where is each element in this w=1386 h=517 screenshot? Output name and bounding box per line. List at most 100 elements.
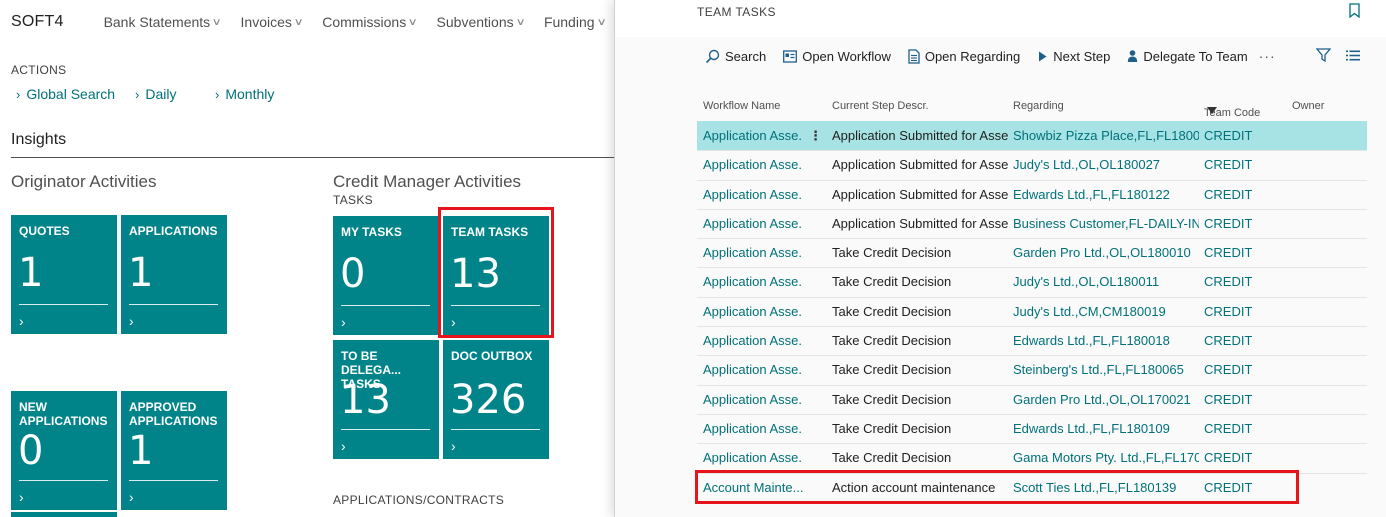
cell-team-code[interactable]: CREDIT <box>1204 421 1252 436</box>
cell-team-code[interactable]: CREDIT <box>1204 245 1252 260</box>
chevron-right-icon: › <box>16 87 21 102</box>
tile-team-tasks[interactable]: TEAM TASKS 13 › <box>443 216 549 335</box>
search-button[interactable]: Search <box>705 49 766 64</box>
brand-name: SOFT4 <box>11 13 64 30</box>
action-monthly[interactable]: › Monthly <box>215 86 274 102</box>
cell-team-code[interactable]: CREDIT <box>1204 480 1252 495</box>
table-row[interactable]: Application Asse... Application Submitte… <box>697 179 1367 209</box>
next-step-button[interactable]: Next Step <box>1037 49 1110 64</box>
cell-team-code[interactable]: CREDIT <box>1204 333 1252 348</box>
tile-value: 1 <box>18 250 44 296</box>
tile-applications[interactable]: APPLICATIONS 1 › <box>121 215 227 334</box>
cell-workflow-name[interactable]: Account Mainte... <box>703 480 803 495</box>
nav-invoices[interactable]: Invoices ∨ <box>241 14 304 30</box>
table-row[interactable]: Application Asse... Take Credit Decision… <box>697 238 1367 267</box>
nav-subventions[interactable]: Subventions ∨ <box>437 14 526 30</box>
tile-new-applications[interactable]: NEW APPLICATIONS 0 › <box>11 391 117 510</box>
cell-regarding[interactable]: Steinberg's Ltd.,FL,FL180065 <box>1013 362 1199 377</box>
credit-manager-activities-title: Credit Manager Activities <box>333 172 522 191</box>
nav-bank-statements[interactable]: Bank Statements ∨ <box>104 14 222 30</box>
cell-regarding[interactable]: Edwards Ltd.,FL,FL180018 <box>1013 333 1199 348</box>
tile-doc-outbox[interactable]: DOC OUTBOX 326 › <box>443 340 549 459</box>
open-workflow-button[interactable]: Open Workflow <box>783 49 891 64</box>
chevron-right-icon: › <box>19 489 24 505</box>
cell-team-code[interactable]: CREDIT <box>1204 274 1252 289</box>
panel-header: TEAM TASKS <box>615 0 1386 37</box>
nav-commissions[interactable]: Commissions ∨ <box>322 14 419 30</box>
cell-workflow-name[interactable]: Application Asse... <box>703 216 803 231</box>
bookmark-icon[interactable] <box>1349 3 1360 18</box>
table-row[interactable]: Application Asse... Application Submitte… <box>697 150 1367 179</box>
table-row[interactable]: Application Asse... ⋮ Application Submit… <box>697 121 1367 151</box>
cell-team-code[interactable]: CREDIT <box>1204 157 1252 172</box>
column-header-owner[interactable]: Owner <box>1292 100 1324 112</box>
column-header-regarding[interactable]: Regarding <box>1013 100 1064 112</box>
cell-workflow-name[interactable]: Application Asse... <box>703 362 803 377</box>
cell-regarding[interactable]: Scott Ties Ltd.,FL,FL180139 <box>1013 480 1199 495</box>
applications-contracts-caption: APPLICATIONS/CONTRACTS <box>333 493 505 507</box>
cell-regarding[interactable]: Edwards Ltd.,FL,FL180122 <box>1013 187 1199 202</box>
cell-workflow-name[interactable]: Application Asse... <box>703 421 803 436</box>
delegate-to-team-button[interactable]: Delegate To Team <box>1127 49 1248 64</box>
tile-my-tasks[interactable]: MY TASKS 0 › <box>333 216 439 335</box>
cell-team-code[interactable]: CREDIT <box>1204 216 1252 231</box>
nav-funding[interactable]: Funding ∨ <box>544 14 607 30</box>
table-row[interactable]: Application Asse... Application Submitte… <box>697 208 1367 238</box>
cell-regarding[interactable]: Edwards Ltd.,FL,FL180109 <box>1013 421 1199 436</box>
table-row[interactable]: Application Asse... Take Credit Decision… <box>697 326 1367 355</box>
table-row[interactable]: Application Asse... Take Credit Decision… <box>697 355 1367 384</box>
open-regarding-button[interactable]: Open Regarding <box>908 49 1020 64</box>
cell-workflow-name[interactable]: Application Asse... <box>703 274 803 289</box>
table-row[interactable]: Application Asse... Take Credit Decision… <box>697 384 1367 414</box>
cell-regarding[interactable]: Gama Motors Pty. Ltd.,FL,FL170042 <box>1013 450 1199 465</box>
table-row[interactable]: Application Asse... Take Credit Decision… <box>697 267 1367 296</box>
cell-regarding[interactable]: Business Customer,FL-DAILY-INT,... <box>1013 216 1199 231</box>
table-row[interactable]: Application Asse... Take Credit Decision… <box>697 296 1367 326</box>
cell-workflow-name[interactable]: Application Asse... <box>703 245 803 260</box>
table-row[interactable]: Application Asse... Take Credit Decision… <box>697 413 1367 443</box>
originator-activities-title: Originator Activities <box>11 172 157 191</box>
tile-value: 1 <box>128 428 154 474</box>
row-menu-icon[interactable]: ⋮ <box>809 128 822 144</box>
tile-quotes[interactable]: QUOTES 1 › <box>11 215 117 334</box>
cell-current-step: Take Credit Decision <box>832 274 952 290</box>
more-actions-button[interactable]: ··· <box>1259 48 1276 64</box>
cell-workflow-name[interactable]: Application Asse... <box>703 304 803 319</box>
cell-team-code[interactable]: CREDIT <box>1204 450 1252 465</box>
cell-workflow-name[interactable]: Application Asse... <box>703 128 803 143</box>
chevron-right-icon: › <box>129 489 134 505</box>
cell-workflow-name[interactable]: Application Asse... <box>703 333 803 348</box>
cell-regarding[interactable]: Judy's Ltd.,CM,CM180019 <box>1013 304 1199 319</box>
cell-current-step: Application Submitted for Asse... <box>832 186 1008 202</box>
cell-workflow-name[interactable]: Application Asse... <box>703 157 803 172</box>
cell-team-code[interactable]: CREDIT <box>1204 187 1252 202</box>
tile-approved-applications[interactable]: APPROVED APPLICATIONS 1 › <box>121 391 227 510</box>
cell-team-code[interactable]: CREDIT <box>1204 362 1252 377</box>
chevron-down-icon: ∨ <box>596 16 607 28</box>
cell-regarding[interactable]: Judy's Ltd.,OL,OL180011 <box>1013 274 1199 289</box>
chevron-down-icon: ∨ <box>407 16 419 28</box>
cell-current-step: Application Submitted for Asse... <box>832 128 1008 143</box>
table-row[interactable]: Account Mainte... Action account mainten… <box>697 472 1367 502</box>
cell-team-code[interactable]: CREDIT <box>1204 128 1252 143</box>
cell-workflow-name[interactable]: Application Asse... <box>703 187 803 202</box>
tile-to-be-delegated-tasks[interactable]: TO BE DELEGA... TASKS 13 › <box>333 340 439 459</box>
cell-current-step: Take Credit Decision <box>832 391 952 407</box>
filter-icon[interactable] <box>1316 48 1331 62</box>
cell-regarding[interactable]: Garden Pro Ltd.,OL,OL180010 <box>1013 245 1199 260</box>
table-row[interactable]: Application Asse... Take Credit Decision… <box>697 443 1367 472</box>
chevron-right-icon: › <box>451 438 456 454</box>
cell-regarding[interactable]: Garden Pro Ltd.,OL,OL170021 <box>1013 392 1199 407</box>
chevron-down-icon: ∨ <box>211 16 222 28</box>
action-daily[interactable]: › Daily <box>135 86 176 102</box>
cell-regarding[interactable]: Judy's Ltd.,OL,OL180027 <box>1013 157 1199 172</box>
cell-team-code[interactable]: CREDIT <box>1204 392 1252 407</box>
action-global-search[interactable]: › Global Search <box>16 86 115 102</box>
cell-workflow-name[interactable]: Application Asse... <box>703 450 803 465</box>
cell-regarding[interactable]: Showbiz Pizza Place,FL,FL180069 <box>1013 128 1199 143</box>
list-view-icon[interactable] <box>1346 50 1360 61</box>
cell-workflow-name[interactable]: Application Asse... <box>703 392 803 407</box>
cell-team-code[interactable]: CREDIT <box>1204 304 1252 319</box>
column-header-workflow-name[interactable]: Workflow Name <box>703 100 780 112</box>
column-header-current-step[interactable]: Current Step Descr. <box>832 100 929 112</box>
